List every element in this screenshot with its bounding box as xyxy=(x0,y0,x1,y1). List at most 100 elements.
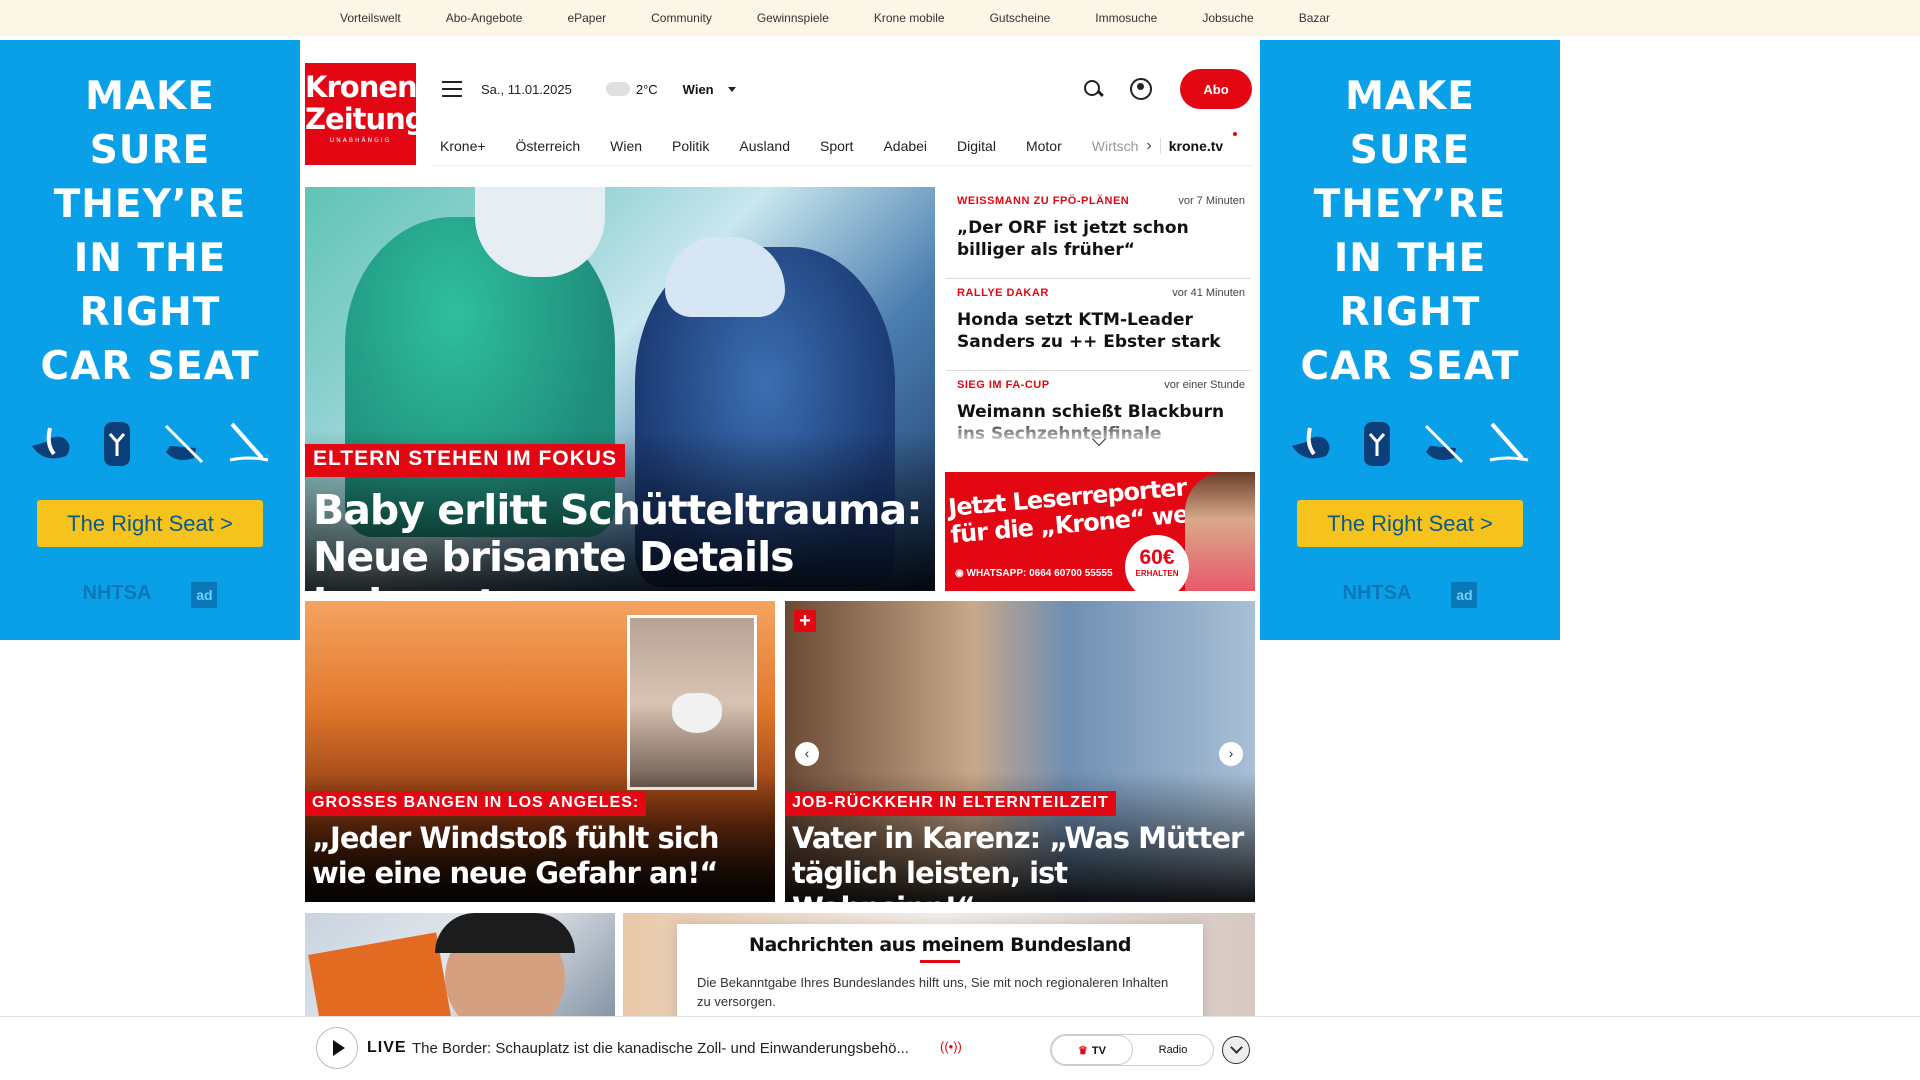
topnav-link-gewinnspiele[interactable]: Gewinnspiele xyxy=(757,11,829,25)
nav-item-oesterreich[interactable]: Österreich xyxy=(516,138,581,154)
topnav-link-jobsuche[interactable]: Jobsuche xyxy=(1202,11,1253,25)
abo-button[interactable]: Abo xyxy=(1180,69,1252,109)
ad-line: CAR SEAT xyxy=(40,344,260,389)
infant-seat-icon xyxy=(1284,416,1338,470)
topnav-link-immosuche[interactable]: Immosuche xyxy=(1095,11,1157,25)
tv-toggle[interactable]: ♛ TV xyxy=(1051,1035,1133,1065)
chevron-right-icon[interactable]: › xyxy=(1219,742,1243,766)
ad-cta-button[interactable]: The Right Seat > xyxy=(1297,500,1523,547)
ad-council-logo: ad xyxy=(1451,582,1478,608)
play-button[interactable] xyxy=(316,1027,358,1069)
ad-line: RIGHT xyxy=(79,290,221,335)
nav-item-digital[interactable]: Digital xyxy=(957,138,996,154)
tv-radio-switch[interactable]: ♛ TV Radio xyxy=(1050,1034,1214,1066)
logo-line1: Kronen xyxy=(305,70,418,104)
news-ticker: WEISSMANN ZU FPÖ-PLÄNEN vor 7 Minuten „De… xyxy=(946,187,1251,447)
city-selector[interactable]: Wien xyxy=(683,82,714,97)
live-label: LIVE xyxy=(367,1039,407,1056)
hamburger-menu-icon[interactable] xyxy=(442,81,462,97)
nav-item-kronetv[interactable]: krone.tv xyxy=(1159,131,1238,154)
bundesland-text: Die Bekanntgabe Ihres Bundeslandes hilft… xyxy=(697,975,1169,1009)
promo-badge-sub: ERHALTEN xyxy=(1135,569,1179,578)
ticker-kicker: SIEG IM FA-CUP xyxy=(957,379,1050,391)
nav-item-ausland[interactable]: Ausland xyxy=(739,138,790,154)
topnav-link-vorteilswelt[interactable]: Vorteilswelt xyxy=(340,11,401,25)
nhtsa-logo: NHTSA xyxy=(82,582,152,604)
ticker-title[interactable]: Honda setzt KTM-Leader Sanders zu ++ Ebs… xyxy=(957,309,1245,353)
booster-seat-icon xyxy=(1416,416,1470,470)
expand-player-button[interactable] xyxy=(1222,1036,1250,1064)
convertible-seat-icon xyxy=(1350,416,1404,470)
ad-cta-button[interactable]: The Right Seat > xyxy=(37,500,263,547)
car-seat-icons xyxy=(0,394,300,470)
ticker-time: vor 41 Minuten xyxy=(1172,287,1245,299)
user-account-icon[interactable] xyxy=(1130,78,1152,100)
topnav-link-gutscheine[interactable]: Gutscheine xyxy=(990,11,1051,25)
hero-kicker: ELTERN STEHEN IM FOKUS xyxy=(305,444,625,477)
ticker-item[interactable]: RALLYE DAKAR vor 41 Minuten Honda setzt K… xyxy=(946,279,1251,371)
ad-line: SURE xyxy=(89,128,211,173)
ticker-time: vor einer Stunde xyxy=(1164,379,1245,391)
ticker-kicker: WEISSMANN ZU FPÖ-PLÄNEN xyxy=(957,195,1130,207)
hero-article[interactable]: ELTERN STEHEN IM FOKUS Baby erlitt Schüt… xyxy=(305,187,935,591)
seat-belt-icon xyxy=(222,416,276,470)
section-nav: Krone+ Österreich Wien Politik Ausland S… xyxy=(432,126,1252,166)
card-kicker: JOB-RÜCKKEHR IN ELTERNTEILZEIT xyxy=(785,791,1116,816)
face-mask-shape xyxy=(672,693,722,733)
topnav-link-abo-angebote[interactable]: Abo-Angebote xyxy=(446,11,523,25)
chevron-down-icon[interactable] xyxy=(727,86,736,92)
leserreporter-promo[interactable]: Jetzt Leserreporter für die „Krone“ werde… xyxy=(945,472,1255,591)
nav-item-kroneplus[interactable]: Krone+ xyxy=(440,138,486,154)
ad-left[interactable]: MAKE SURE THEY’RE IN THE RIGHT CAR SEAT … xyxy=(0,40,300,640)
nav-item-wirtschaft[interactable]: Wirtsch xyxy=(1092,138,1139,154)
ad-right[interactable]: MAKE SURE THEY’RE IN THE RIGHT CAR SEAT … xyxy=(1260,40,1560,640)
article-card[interactable]: GROSSES BANGEN IN LOS ANGELES: „Jeder Wi… xyxy=(305,601,775,902)
ad-line: CAR SEAT xyxy=(1300,344,1520,389)
title-underline xyxy=(920,960,960,963)
nav-item-sport[interactable]: Sport xyxy=(820,138,853,154)
cap-shape xyxy=(435,913,575,953)
topnav-link-bazar[interactable]: Bazar xyxy=(1299,11,1330,25)
temperature: 2°C xyxy=(635,81,658,97)
nav-item-wien[interactable]: Wien xyxy=(610,138,642,154)
car-seat-icons xyxy=(1260,394,1560,470)
infant-seat-icon xyxy=(24,416,78,470)
chevron-left-icon[interactable]: ‹ xyxy=(795,742,819,766)
live-title[interactable]: The Border: Schauplatz ist die kanadisch… xyxy=(412,1040,909,1057)
cloud-icon xyxy=(605,82,630,96)
search-icon[interactable] xyxy=(1082,78,1104,100)
whatsapp-icon: ◉ xyxy=(955,568,967,579)
article-card[interactable]: + ‹ › JOB-RÜCKKEHR IN ELTERNTEILZEIT Vat… xyxy=(785,601,1255,902)
ticker-item[interactable]: WEISSMANN ZU FPÖ-PLÄNEN vor 7 Minuten „De… xyxy=(946,187,1251,279)
nav-item-motor[interactable]: Motor xyxy=(1026,138,1062,154)
chevron-right-icon[interactable]: › xyxy=(1146,137,1151,155)
broadcast-icon: ((•)) xyxy=(940,1039,962,1054)
card-kicker: GROSSES BANGEN IN LOS ANGELES: xyxy=(305,791,647,816)
ad-headline: MAKE SURE THEY’RE IN THE RIGHT CAR SEAT xyxy=(1260,40,1560,394)
topnav-link-community[interactable]: Community xyxy=(651,11,712,25)
card-headline[interactable]: Vater in Karenz: „Was Mütter täglich lei… xyxy=(792,821,1252,902)
kronen-zeitung-logo[interactable]: Kronen Zeitung UNABHÄNGIG xyxy=(305,63,426,165)
topnav-link-epaper[interactable]: ePaper xyxy=(567,11,606,25)
ad-logos: NHTSA ad xyxy=(0,582,300,608)
ad-line: RIGHT xyxy=(1339,290,1481,335)
site-header: Sa., 11.01.2025 2°C Wien Abo xyxy=(432,60,1252,118)
ad-line: MAKE xyxy=(1345,74,1475,119)
ad-line: IN THE xyxy=(73,236,227,281)
whatsapp-number: WHATSAPP: 0664 60700 55555 xyxy=(966,568,1113,579)
krone-plus-badge: + xyxy=(794,610,816,632)
hero-headline[interactable]: Baby erlitt Schütteltrauma: Neue brisant… xyxy=(313,487,923,592)
nav-item-politik[interactable]: Politik xyxy=(672,138,709,154)
card-headline[interactable]: „Jeder Windstoß fühlt sich wie eine neue… xyxy=(312,821,772,891)
ticker-title[interactable]: „Der ORF ist jetzt schon billiger als fr… xyxy=(957,217,1245,261)
article-card[interactable] xyxy=(305,913,615,1033)
ad-line: THEY’RE xyxy=(1313,182,1507,227)
booster-seat-icon xyxy=(156,416,210,470)
ticker-time: vor 7 Minuten xyxy=(1178,195,1245,207)
promo-whatsapp: ◉ WHATSAPP: 0664 60700 55555 xyxy=(955,568,1113,579)
logo-line2: Zeitung xyxy=(305,102,426,136)
radio-toggle[interactable]: Radio xyxy=(1133,1035,1213,1065)
ad-logos: NHTSA ad xyxy=(1260,582,1560,608)
topnav-link-krone-mobile[interactable]: Krone mobile xyxy=(874,11,945,25)
nav-item-adabei[interactable]: Adabei xyxy=(883,138,927,154)
